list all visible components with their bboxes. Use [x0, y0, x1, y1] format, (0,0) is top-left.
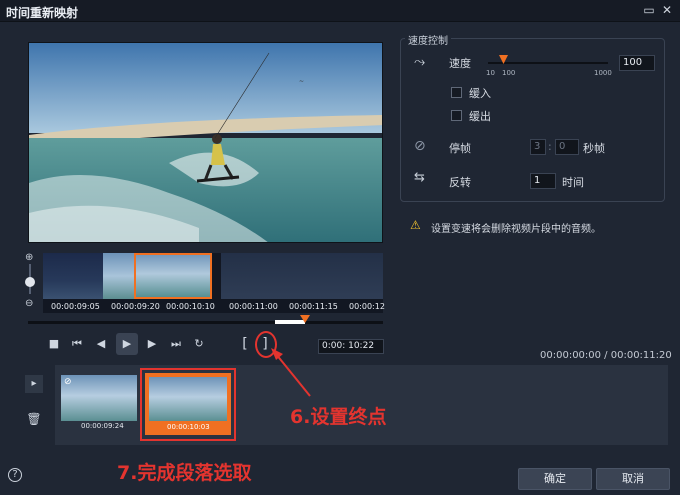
next-frame-icon[interactable]: ▶ [143, 335, 161, 353]
ok-button[interactable]: 确定 [518, 468, 592, 490]
go-to-start-icon[interactable]: ⏮ [68, 335, 86, 353]
stop-icon[interactable]: ■ [45, 335, 63, 353]
speed-scale-min: 10 [486, 69, 495, 77]
filmstrip-timecode: 00:00:11:00 [229, 302, 278, 311]
cancel-button[interactable]: 取消 [596, 468, 670, 490]
duration-range: 00:00:00:00 / 00:00:11:20 [540, 350, 672, 361]
speed-group-label: 速度控制 [405, 32, 451, 47]
selected-range[interactable] [134, 253, 212, 299]
filmstrip-timecode: 00:00:12 [349, 302, 385, 311]
help-icon[interactable]: ? [8, 468, 22, 482]
scrubber-track[interactable] [28, 321, 383, 324]
mark-in-icon[interactable]: [ [236, 335, 254, 353]
freeze-label: 停帧 [449, 142, 471, 155]
maximize-icon[interactable]: ▭ [642, 3, 656, 17]
filmstrip-timecode: 00:00:09:20 [111, 302, 160, 311]
reverse-icon: ⇆ [414, 170, 425, 185]
add-segment-icon[interactable]: ▸ [25, 375, 43, 393]
go-to-end-icon[interactable]: ⏭ [167, 335, 185, 353]
filmstrip-timecode: 00:00:10:10 [166, 302, 215, 311]
speed-label: 速度 [449, 57, 471, 70]
speed-slider-track[interactable] [488, 62, 608, 64]
video-preview: ~ [28, 42, 383, 243]
svg-text:~: ~ [299, 78, 304, 85]
annotation-set-end: 6.设置终点 [290, 406, 387, 428]
freeze-icon: ⊘ [414, 138, 426, 154]
title-bar: 时间重新映射 ▭ ✕ [0, 0, 680, 22]
reverse-value-input[interactable]: 1 [530, 173, 556, 189]
repeat-icon[interactable]: ↻ [190, 335, 208, 353]
ease-out-label: 缓出 [469, 110, 491, 123]
filmstrip-timecode: 00:00:09:05 [51, 302, 100, 311]
clip-thumbnail[interactable] [61, 375, 137, 421]
zoom-out-icon[interactable]: ⊖ [25, 298, 33, 309]
reverse-unit: 时间 [562, 176, 584, 189]
speed-value-input[interactable]: 100 [619, 55, 655, 71]
filmstrip-timecode: 00:00:11:15 [289, 302, 338, 311]
window-title: 时间重新映射 [6, 6, 79, 20]
ease-out-checkbox[interactable] [451, 110, 462, 121]
ease-in-label: 缓入 [469, 87, 491, 100]
freeze-unit: 秒帧 [583, 142, 605, 155]
zoom-in-icon[interactable]: ⊕ [25, 252, 33, 263]
warning-icon: ⚠ [410, 218, 421, 232]
freeze-frames-input[interactable]: 0 [555, 139, 579, 155]
reverse-label: 反转 [449, 176, 471, 189]
freeze-separator: : [548, 140, 552, 153]
ease-in-checkbox[interactable] [451, 87, 462, 98]
warning-text: 设置变速将会删除视频片段中的音频。 [431, 224, 601, 235]
scrubber-selection [275, 320, 305, 324]
clip-timecode: 00:00:09:24 [81, 422, 124, 430]
speed-scale-mid: 100 [502, 69, 516, 77]
filmstrip[interactable]: 00:00:09:05 00:00:09:20 00:00:10:10 00:0… [43, 253, 385, 313]
zoom-slider-handle[interactable] [25, 277, 35, 287]
clip-highlight [140, 368, 236, 441]
close-icon[interactable]: ✕ [660, 3, 674, 17]
annotation-arrow [268, 340, 338, 400]
freeze-seconds-input[interactable]: 3 [530, 139, 546, 155]
trash-icon[interactable]: 🗑 [25, 410, 43, 428]
previous-frame-icon[interactable]: ◀ [92, 335, 110, 353]
no-audio-icon: ⊘ [64, 377, 72, 387]
speed-scale-max: 1000 [594, 69, 612, 77]
runner-icon: ⤳ [414, 54, 426, 70]
play-icon[interactable]: ▶ [116, 333, 138, 355]
annotation-complete: 7.完成段落选取 [117, 462, 252, 484]
